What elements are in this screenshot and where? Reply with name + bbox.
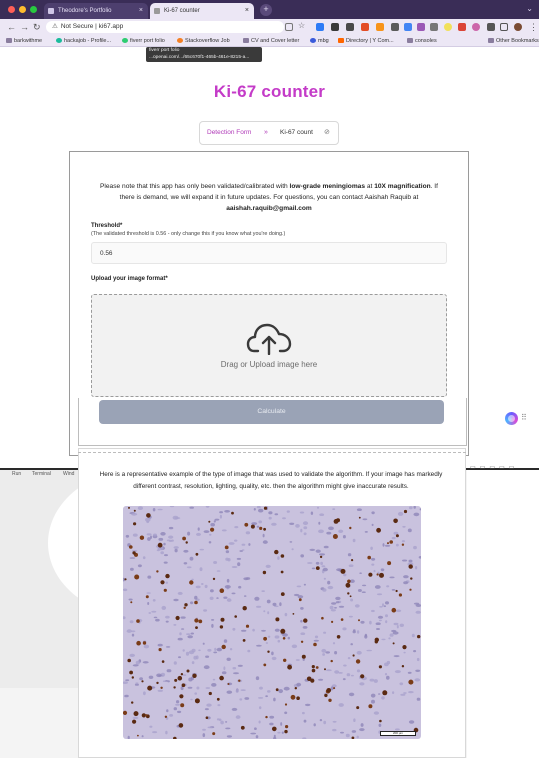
- tooltip-url: ...openai.com/.../65c670f1-465b-461e-821…: [149, 54, 250, 60]
- step-indicator: Detection Form » Ki-67 count ⊘: [199, 121, 339, 145]
- page-title: Ki-67 counter: [213, 82, 326, 101]
- menu-bar-tray-icons: ▭▭▭▭▭: [470, 465, 519, 471]
- side-panel-icon[interactable]: [500, 23, 508, 31]
- globe-icon: [154, 8, 160, 14]
- calculate-button[interactable]: Calculate: [99, 400, 444, 424]
- tab-title: Theodore's Portfolio: [58, 8, 112, 14]
- bookmarks-bar: barkwithme hackajob - Profile... fiverr …: [0, 35, 539, 47]
- check-circle-icon: ⊘: [324, 129, 330, 136]
- image-dropzone[interactable]: Drag or Upload image here: [91, 294, 447, 397]
- upload-label: Upload your image format*: [91, 276, 168, 282]
- threshold-input[interactable]: [91, 242, 447, 264]
- shield-icon: [48, 8, 54, 14]
- forward-button[interactable]: →: [20, 21, 29, 33]
- assistant-widget-icon[interactable]: [505, 412, 518, 425]
- example-description: Here is a representative example of the …: [99, 471, 443, 490]
- stackoverflow-icon: [177, 38, 183, 43]
- browser-menu-icon[interactable]: ⋮: [529, 21, 538, 33]
- warning-icon: ⚠: [52, 23, 58, 30]
- back-button[interactable]: ←: [7, 21, 16, 33]
- extension-icon[interactable]: [331, 23, 339, 31]
- example-microscopy-image: 200 µm: [123, 506, 421, 739]
- double-chevron-right-icon: »: [264, 129, 268, 136]
- extension-icon[interactable]: [316, 23, 324, 31]
- tab-portfolio[interactable]: Theodore's Portfolio ×: [44, 3, 148, 19]
- bookmark-item[interactable]: Other Bookmarks: [488, 35, 539, 47]
- extension-icon[interactable]: [404, 23, 412, 31]
- close-tab-icon[interactable]: ×: [245, 3, 249, 19]
- ycombinator-icon: [338, 38, 344, 43]
- threshold-help: (The validated threshold is 0.56 - only …: [91, 231, 286, 237]
- bookmark-item[interactable]: CV and Cover letter: [243, 35, 299, 47]
- new-tab-button[interactable]: +: [260, 4, 272, 16]
- folder-icon: [488, 38, 494, 43]
- close-tab-icon[interactable]: ×: [139, 3, 143, 19]
- menu-terminal[interactable]: Terminal: [32, 470, 51, 478]
- bookmark-item[interactable]: Directory | Y Com...: [338, 35, 394, 47]
- menu-window[interactable]: Wind: [63, 470, 74, 478]
- extension-icon[interactable]: [444, 23, 452, 31]
- tab-search-icon[interactable]: ⌄: [526, 4, 533, 13]
- step-detection-form[interactable]: Detection Form: [207, 122, 251, 144]
- drag-handle-icon[interactable]: ⠿: [521, 414, 527, 422]
- bookmark-item[interactable]: consoles: [407, 35, 437, 47]
- stained-tissue-image: [123, 506, 421, 739]
- bookmark-item[interactable]: fiverr port folio: [122, 35, 165, 47]
- extension-icon[interactable]: [361, 23, 369, 31]
- extension-icon[interactable]: [458, 23, 466, 31]
- dropzone-text: Drag or Upload image here: [220, 360, 318, 369]
- folder-icon: [243, 38, 249, 43]
- zoom-window-button[interactable]: [30, 6, 37, 13]
- mbg-icon: [310, 38, 316, 43]
- avatar[interactable]: [514, 23, 522, 31]
- extension-icon[interactable]: [391, 23, 399, 31]
- bookmark-item[interactable]: barkwithme: [6, 35, 42, 47]
- bookmark-item[interactable]: mbg: [310, 35, 329, 47]
- address-bar[interactable]: ⚠ Not Secure | ki67.app: [46, 21, 284, 33]
- extension-icon[interactable]: [376, 23, 384, 31]
- close-window-button[interactable]: [8, 6, 15, 13]
- tab-bar: Theodore's Portfolio × Ki-67 counter × +…: [0, 0, 539, 19]
- step-ki67-count[interactable]: Ki-67 count: [280, 122, 313, 144]
- bookmark-item[interactable]: Stackoverflow Job: [177, 35, 230, 47]
- folder-icon: [6, 38, 12, 43]
- bookmark-tooltip: fiverr port folio ...openai.com/.../65c6…: [146, 47, 262, 62]
- cloud-upload-icon: [246, 323, 292, 355]
- validation-notice: Please note that this app has only been …: [100, 183, 438, 212]
- tab-title: Ki-67 counter: [164, 8, 200, 14]
- security-status: Not Secure: [60, 23, 94, 30]
- minimize-window-button[interactable]: [19, 6, 26, 13]
- browser-window: Theodore's Portfolio × Ki-67 counter × +…: [0, 0, 539, 470]
- menu-run[interactable]: Run: [12, 470, 21, 478]
- url-text: ki67.app: [98, 23, 124, 30]
- extension-icon[interactable]: [472, 23, 480, 31]
- card-divider: [78, 452, 466, 453]
- browser-toolbar: ← → ↻ ⚠ Not Secure | ki67.app ☆ ⋮: [0, 19, 539, 35]
- background-menu-bar: Run Terminal Wind: [0, 470, 80, 478]
- bookmark-item[interactable]: hackajob - Profile...: [56, 35, 111, 47]
- hackajob-icon: [56, 38, 62, 43]
- extensions-puzzle-icon[interactable]: [487, 23, 495, 31]
- fiverr-icon: [122, 38, 128, 43]
- reload-button[interactable]: ↻: [33, 21, 41, 33]
- scale-bar: 200 µm: [380, 731, 416, 736]
- extension-icon[interactable]: [346, 23, 354, 31]
- extension-icon[interactable]: [417, 23, 425, 31]
- tab-ki67-counter[interactable]: Ki-67 counter ×: [150, 3, 254, 19]
- bookmark-star-icon[interactable]: ☆: [298, 21, 306, 30]
- contact-email[interactable]: aaishah.raquib@gmail.com: [226, 205, 312, 212]
- share-icon[interactable]: [285, 23, 293, 31]
- background-window-right: [467, 470, 539, 758]
- extension-icon[interactable]: [430, 23, 438, 31]
- threshold-label: Threshold*: [91, 223, 123, 229]
- folder-icon: [407, 38, 413, 43]
